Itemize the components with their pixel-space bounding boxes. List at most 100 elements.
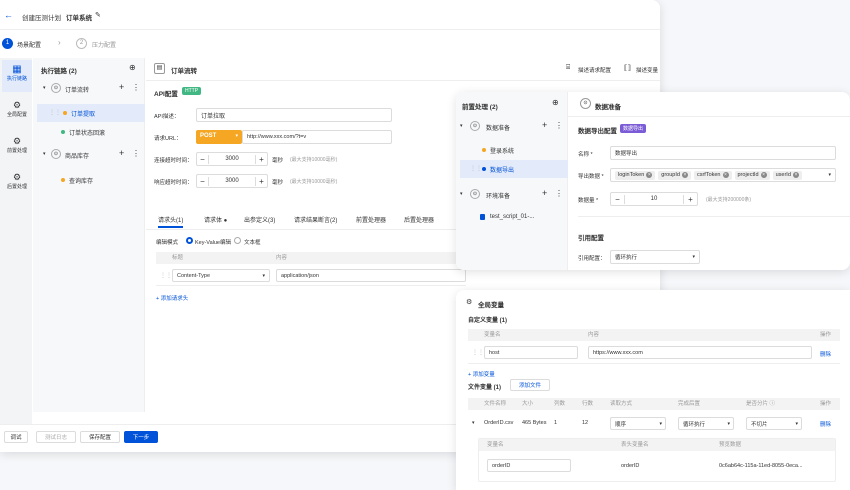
debug-button[interactable]: 调试 [4, 431, 28, 443]
drag-handle-icon[interactable]: ⋮⋮ [472, 349, 484, 356]
drag-handle-icon[interactable]: ⋮⋮ [160, 272, 172, 279]
url-input[interactable]: http://www.xxx.com/?t=v [242, 130, 392, 144]
caret-down-icon[interactable]: ▾ [460, 123, 463, 129]
close-icon[interactable]: × [760, 172, 767, 178]
response-timeout-stepper[interactable]: − 3000 + [196, 174, 268, 188]
col: 大小 [522, 401, 534, 407]
caret-down-icon[interactable]: ▾ [472, 420, 475, 426]
pre-group[interactable]: ▾ ⊙ 环境准备 + ⋮ [456, 188, 568, 202]
caret-down-icon[interactable]: ▾ [460, 191, 463, 197]
tag-label: csrfToken [696, 172, 721, 178]
api-config-label: API配置 [154, 91, 178, 98]
tab-body[interactable]: 请求体 ● [204, 214, 227, 228]
add-icon[interactable]: + [119, 82, 124, 92]
save-config-button[interactable]: 保存配置 [80, 431, 120, 443]
add-variable-link[interactable]: + 添加变量 [468, 370, 495, 378]
delete-link[interactable]: 删除 [820, 350, 831, 358]
read-mode-select[interactable]: 顺序 ▾ [610, 417, 666, 430]
export-fields-select[interactable]: loginToken × groupId × csrfToken × projectI… [610, 168, 836, 182]
add-icon[interactable]: + [542, 188, 547, 198]
tab-assertion[interactable]: 请求结果断言(2) [294, 214, 337, 228]
nav-item-execution[interactable]: ▦ 执行链路 [2, 60, 32, 92]
tab-postprocessor[interactable]: 后置处理器 [404, 214, 434, 228]
plus-icon[interactable]: + [683, 194, 697, 204]
hint-text: (最大支持10000毫秒) [290, 157, 338, 163]
field-label: API描述： [154, 114, 180, 120]
next-step-button[interactable]: 下一步 [124, 431, 158, 443]
tab-output[interactable]: 出参定义(3) [244, 214, 275, 228]
chain-item[interactable]: 订单状态回滚 [37, 124, 145, 140]
timeout-stepper[interactable]: − 3000 + [196, 152, 268, 166]
delete-link[interactable]: 删除 [820, 420, 831, 428]
caret-down-icon[interactable]: ▾ [43, 85, 46, 91]
var-name-input[interactable]: host [484, 346, 578, 359]
edit-icon[interactable]: ✎ [95, 11, 101, 19]
stepper-value: 3000 [225, 156, 239, 162]
chain-item[interactable]: 查询库存 [37, 172, 145, 188]
add-icon[interactable]: + [119, 148, 124, 158]
variable-icon[interactable]: ⟦⟧ [624, 64, 631, 72]
button-label: 下一步 [132, 435, 150, 441]
sub-var-name-input[interactable]: orderID [487, 459, 571, 472]
tag-label: userId [775, 172, 791, 178]
status-dot [61, 178, 65, 182]
add-file-button[interactable]: 添加文件 [510, 379, 550, 391]
pre-item[interactable]: 登录系统 [460, 142, 568, 158]
close-icon[interactable]: × [792, 172, 799, 178]
nav-item-post[interactable]: ⚙ 后置处理 [2, 172, 32, 190]
after-finish-select[interactable]: 循环执行 ▾ [678, 417, 734, 430]
file-size: 465 Bytes [522, 420, 547, 426]
pre-group[interactable]: ▾ ⊙ 数据准备 + ⋮ [456, 120, 568, 134]
header-key-select[interactable]: Content-Type ▾ [172, 269, 270, 282]
api-name-input[interactable]: 订单拉取 [196, 108, 392, 122]
more-icon[interactable]: ⋮ [555, 189, 563, 198]
count-stepper[interactable]: − 10 + [610, 192, 698, 206]
more-icon[interactable]: ⋮ [132, 149, 140, 158]
plus-icon[interactable]: + [254, 154, 267, 164]
nav-item-global[interactable]: ⚙ 全局配置 [2, 100, 32, 118]
action-link[interactable]: 描述请求配置 [578, 66, 611, 74]
chain-group[interactable]: ▾ ⊙ 商品库存 + ⋮ [33, 148, 145, 162]
close-icon[interactable]: × [646, 172, 653, 178]
test-log-button[interactable]: 测试日志 [36, 431, 76, 443]
step-2-label[interactable]: 压力配置 [92, 40, 116, 49]
slice-select[interactable]: 不切片 ▾ [746, 417, 802, 430]
pre-item[interactable]: test_script_01-... [460, 210, 568, 226]
step-1-label[interactable]: 场景配置 [17, 40, 41, 49]
add-circle-icon[interactable]: ⊕ [552, 98, 559, 107]
export-name-input[interactable]: 数据导出 [610, 146, 836, 160]
tab-preprocessor[interactable]: 前置处理器 [356, 214, 386, 228]
minus-icon[interactable]: − [197, 176, 209, 186]
minus-icon[interactable]: − [611, 194, 625, 204]
more-icon[interactable]: ⋮ [132, 83, 140, 92]
plus-icon[interactable]: + [254, 176, 267, 186]
col: 操作 [820, 401, 832, 407]
config-icon[interactable]: ⌸ [566, 64, 570, 72]
nav-label: 后置处理 [6, 184, 27, 190]
caret-down-icon[interactable]: ▾ [43, 151, 46, 157]
var-content-input[interactable]: https://www.xxx.com [588, 346, 812, 359]
tab-headers[interactable]: 请求头(1) [158, 214, 184, 228]
drag-handle-icon[interactable]: ⋮⋮ [470, 165, 482, 172]
minus-icon[interactable]: − [197, 154, 209, 164]
add-header-link[interactable]: + 添加请求头 [156, 294, 188, 302]
back-arrow-icon[interactable]: ← [4, 10, 13, 20]
nav-item-pre[interactable]: ⚙ 前置处理 [2, 136, 32, 154]
close-icon[interactable]: × [681, 172, 688, 178]
tag-label: projectId [737, 172, 759, 178]
drag-handle-icon[interactable]: ⋮⋮ [49, 109, 61, 116]
radio-unchecked[interactable] [234, 237, 241, 244]
add-circle-icon[interactable]: ⊕ [129, 63, 136, 72]
close-icon[interactable]: × [722, 172, 729, 178]
page-subtitle: 订单系统 [66, 15, 92, 22]
more-icon[interactable]: ⋮ [555, 121, 563, 130]
radio-checked[interactable] [186, 237, 193, 244]
reference-select[interactable]: 循环执行 ▾ [610, 250, 700, 264]
chain-group[interactable]: ▾ ⊙ 订单流转 + ⋮ [33, 82, 145, 96]
add-icon[interactable]: + [542, 120, 547, 130]
pre-item[interactable]: ⋮⋮ 数据导出 [460, 160, 568, 178]
chain-item[interactable]: ⋮⋮ 订单提取 [37, 104, 145, 122]
action-link[interactable]: 描述变量 [636, 66, 658, 74]
header-value-input[interactable]: application/json [276, 269, 466, 282]
method-select[interactable]: POST ▾ [196, 130, 242, 144]
